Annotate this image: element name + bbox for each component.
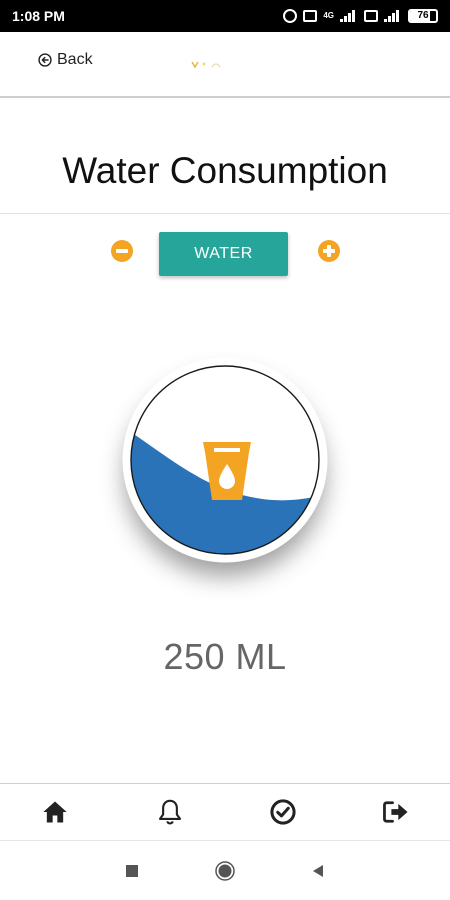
recent-apps-button[interactable] (122, 861, 142, 881)
back-button[interactable]: Back (38, 51, 93, 69)
network-type: 4G (323, 11, 334, 20)
back-arrow-circle-icon (38, 53, 52, 67)
alarm-icon (283, 9, 298, 23)
signal-2-icon (384, 10, 402, 22)
status-time: 1:08 PM (12, 8, 65, 24)
battery-level: 76 (417, 10, 429, 21)
consumed-volume: 250 ML (163, 636, 287, 677)
back-label: Back (57, 51, 93, 68)
battery-icon: 76 (408, 9, 438, 23)
water-level-gauge (122, 357, 328, 563)
nav-logout-button[interactable] (378, 794, 414, 830)
gauge-graphic (122, 357, 328, 563)
sim-icon (303, 10, 318, 22)
bottom-navigation (0, 783, 450, 840)
check-circle-icon (270, 799, 296, 825)
decrease-button[interactable] (111, 240, 133, 262)
home-icon (43, 801, 67, 823)
system-home-button[interactable] (215, 861, 235, 881)
status-icons: 4G 76 (283, 9, 438, 23)
nav-tasks-button[interactable] (265, 794, 301, 830)
status-bar: 1:08 PM 4G 76 (0, 0, 450, 32)
logout-icon (383, 801, 408, 823)
bell-icon (158, 799, 182, 825)
app-header: Back (0, 32, 450, 98)
nav-notifications-button[interactable] (152, 794, 188, 830)
system-back-button[interactable] (308, 861, 328, 881)
nav-home-button[interactable] (37, 794, 73, 830)
system-navigation-bar (0, 840, 450, 900)
increase-button[interactable] (318, 240, 340, 262)
app-logo (191, 61, 221, 69)
page-title: Water Consumption (62, 150, 388, 191)
sim-2-icon (364, 10, 378, 22)
water-type-button[interactable]: WATER (159, 232, 288, 276)
signal-icon (340, 10, 358, 22)
title-divider (0, 213, 450, 214)
